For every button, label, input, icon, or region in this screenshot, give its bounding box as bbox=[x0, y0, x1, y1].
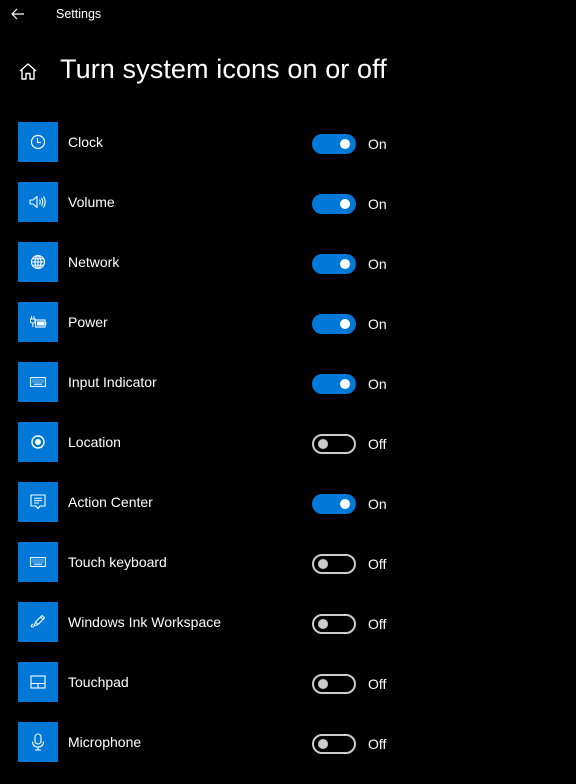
icon-tile bbox=[18, 122, 58, 162]
toggle-knob bbox=[318, 439, 328, 449]
toggle-knob bbox=[340, 379, 350, 389]
pen-ink-icon bbox=[30, 615, 45, 628]
toggle-state-label: Off bbox=[368, 736, 387, 752]
toggle-knob bbox=[340, 319, 350, 329]
item-label: Windows Ink Workspace bbox=[68, 614, 222, 630]
page-header: Turn system icons on or off bbox=[0, 50, 576, 94]
item-label: Location bbox=[68, 434, 121, 450]
icon-tile bbox=[18, 602, 58, 642]
action-center-toggle[interactable] bbox=[312, 494, 356, 514]
toggle-state-label: Off bbox=[368, 676, 387, 692]
list-item-windows-ink-workspace: Windows Ink Workspace Off bbox=[0, 602, 576, 662]
action-center-icon bbox=[30, 493, 46, 509]
list-item-location: Location Off bbox=[0, 422, 576, 482]
volume-toggle[interactable] bbox=[312, 194, 356, 214]
power-toggle[interactable] bbox=[312, 314, 356, 334]
icon-tile bbox=[18, 662, 58, 702]
home-icon bbox=[19, 63, 37, 80]
item-label: Microphone bbox=[68, 734, 142, 750]
page-title: Turn system icons on or off bbox=[60, 54, 387, 84]
microphone-icon bbox=[31, 733, 45, 751]
system-icons-list: Clock On Volume On Network On Power On I… bbox=[0, 122, 576, 782]
item-label: Network bbox=[68, 254, 120, 270]
icon-tile bbox=[18, 242, 58, 282]
back-button[interactable] bbox=[8, 4, 28, 24]
network-toggle[interactable] bbox=[312, 254, 356, 274]
toggle-knob bbox=[340, 199, 350, 209]
touchpad-icon bbox=[30, 675, 46, 689]
touch-keyboard-toggle[interactable] bbox=[312, 554, 356, 574]
input-indicator-toggle[interactable] bbox=[312, 374, 356, 394]
list-item-clock: Clock On bbox=[0, 122, 576, 182]
location-icon bbox=[31, 435, 45, 449]
icon-tile bbox=[18, 302, 58, 342]
item-label: Touch keyboard bbox=[68, 554, 167, 570]
item-label: Touchpad bbox=[68, 674, 129, 690]
toggle-state-label: On bbox=[368, 136, 387, 152]
icon-tile bbox=[18, 542, 58, 582]
toggle-knob bbox=[318, 679, 328, 689]
back-arrow-icon bbox=[11, 8, 24, 20]
list-item-touchpad: Touchpad Off bbox=[0, 662, 576, 722]
toggle-knob bbox=[340, 259, 350, 269]
toggle-state-label: On bbox=[368, 316, 387, 332]
network-globe-icon bbox=[30, 254, 46, 270]
icon-tile bbox=[18, 362, 58, 402]
toggle-state-label: On bbox=[368, 196, 387, 212]
item-label: Power bbox=[68, 314, 108, 330]
touch-keyboard-icon bbox=[30, 557, 46, 567]
toggle-knob bbox=[318, 619, 328, 629]
toggle-knob bbox=[318, 559, 328, 569]
list-item-power: Power On bbox=[0, 302, 576, 362]
toggle-state-label: Off bbox=[368, 436, 387, 452]
app-title: Settings bbox=[56, 7, 102, 21]
icon-tile bbox=[18, 422, 58, 462]
icon-tile bbox=[18, 722, 58, 762]
list-item-action-center: Action Center On bbox=[0, 482, 576, 542]
list-item-touch-keyboard: Touch keyboard Off bbox=[0, 542, 576, 602]
toggle-state-label: On bbox=[368, 256, 387, 272]
windows-ink-workspace-toggle[interactable] bbox=[312, 614, 356, 634]
icon-tile bbox=[18, 182, 58, 222]
toggle-state-label: Off bbox=[368, 556, 387, 572]
toggle-state-label: Off bbox=[368, 616, 387, 632]
location-toggle[interactable] bbox=[312, 434, 356, 454]
microphone-toggle[interactable] bbox=[312, 734, 356, 754]
icon-tile bbox=[18, 482, 58, 522]
clock-toggle[interactable] bbox=[312, 134, 356, 154]
item-label: Volume bbox=[68, 194, 115, 210]
list-item-input-indicator: Input Indicator On bbox=[0, 362, 576, 422]
item-label: Input Indicator bbox=[68, 374, 157, 390]
power-battery-icon bbox=[30, 316, 47, 328]
toggle-knob bbox=[340, 139, 350, 149]
home-button[interactable] bbox=[17, 60, 39, 82]
keyboard-icon bbox=[30, 377, 46, 387]
toggle-knob bbox=[318, 739, 328, 749]
title-bar: Settings bbox=[0, 0, 576, 30]
toggle-state-label: On bbox=[368, 376, 387, 392]
volume-icon bbox=[29, 195, 46, 209]
toggle-state-label: On bbox=[368, 496, 387, 512]
clock-icon bbox=[30, 134, 46, 150]
toggle-knob bbox=[340, 499, 350, 509]
item-label: Clock bbox=[68, 134, 104, 150]
item-label: Action Center bbox=[68, 494, 153, 510]
touchpad-toggle[interactable] bbox=[312, 674, 356, 694]
list-item-volume: Volume On bbox=[0, 182, 576, 242]
list-item-microphone: Microphone Off bbox=[0, 722, 576, 782]
list-item-network: Network On bbox=[0, 242, 576, 302]
